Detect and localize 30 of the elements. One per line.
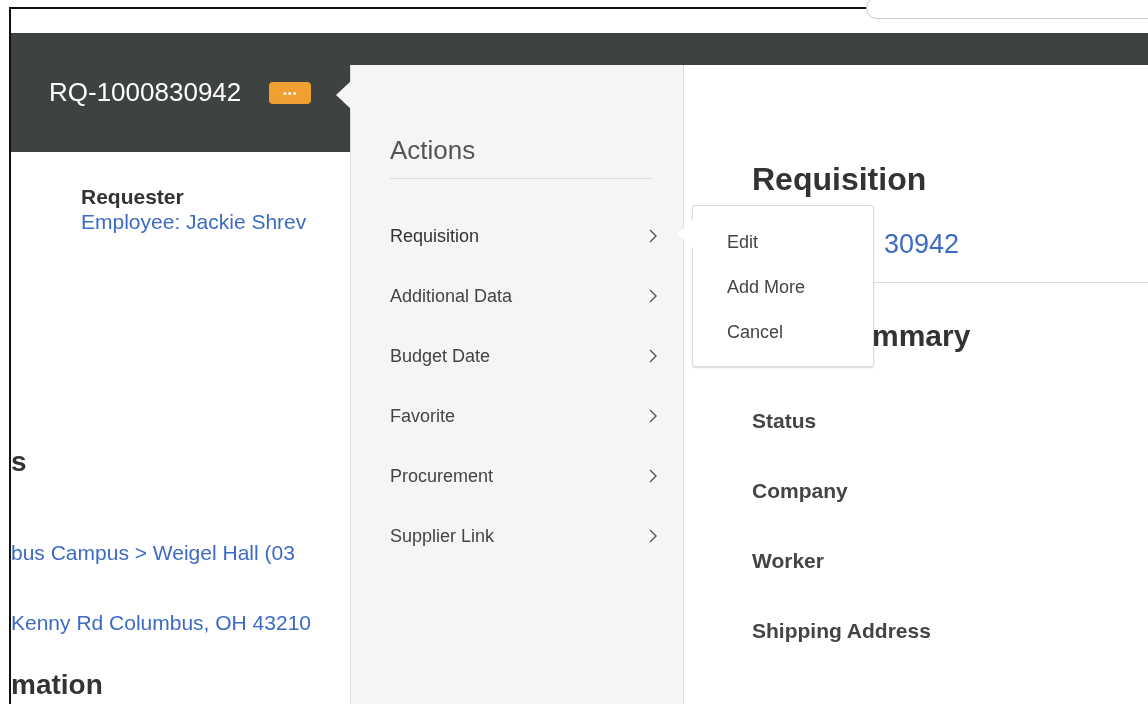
field-label: Company bbox=[752, 479, 848, 503]
menu-item[interactable]: Favorite bbox=[390, 386, 653, 446]
section-heading: mation bbox=[11, 670, 103, 700]
chevron-right-icon bbox=[649, 289, 657, 303]
menu-title: Actions bbox=[390, 135, 653, 179]
menu-item[interactable]: Supplier Link bbox=[390, 506, 653, 566]
menu-item[interactable]: Additional Data bbox=[390, 266, 653, 326]
field-label: Shipping Address bbox=[752, 619, 931, 643]
chevron-right-icon bbox=[649, 469, 657, 483]
section-heading: Requisition bbox=[752, 161, 927, 198]
field-label: Worker bbox=[752, 549, 824, 573]
menu-item[interactable]: Procurement bbox=[390, 446, 653, 506]
section-heading: mmary bbox=[872, 319, 971, 353]
requisition-link[interactable]: 30942 bbox=[884, 229, 960, 260]
chevron-right-icon bbox=[649, 409, 657, 423]
requester-link[interactable]: Employee: Jackie Shrev bbox=[81, 209, 307, 235]
field-label: Status bbox=[752, 409, 817, 433]
chevron-right-icon bbox=[649, 229, 657, 243]
submenu-item[interactable]: Edit bbox=[693, 219, 873, 264]
field-label: Requester bbox=[81, 185, 184, 209]
submenu-item[interactable]: Cancel bbox=[693, 309, 873, 354]
page-title: RQ-1000830942 bbox=[49, 77, 242, 107]
chevron-right-icon bbox=[649, 529, 657, 543]
chevron-right-icon bbox=[649, 349, 657, 363]
menu-item[interactable]: Budget Date bbox=[390, 326, 653, 386]
menu-item[interactable]: Requisition bbox=[390, 206, 653, 266]
section-heading: s bbox=[11, 446, 27, 478]
location-link[interactable]: bus Campus > Weigel Hall (03 bbox=[11, 540, 295, 566]
address-link[interactable]: Kenny Rd Columbus, OH 43210 bbox=[11, 610, 311, 636]
submenu-item[interactable]: Add More bbox=[693, 264, 873, 309]
